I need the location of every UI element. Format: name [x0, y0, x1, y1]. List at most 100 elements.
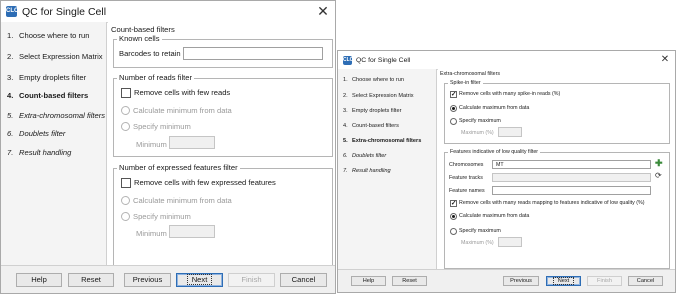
spike-in-group: Spike-in filter Remove cells with many s…: [444, 80, 670, 144]
help-button[interactable]: Help: [16, 273, 62, 287]
cancel-button[interactable]: Cancel: [628, 276, 663, 286]
step-label: Empty droplets filter: [352, 108, 402, 114]
maximum-label: Maximum (%): [461, 240, 494, 246]
step-number: 7.: [7, 148, 14, 157]
known-cells-group: Known cells Barcodes to retain: [113, 34, 333, 68]
step-content: Extra-chromosomal filters Spike-in filte…: [438, 69, 675, 272]
minimum-label: Minimum: [136, 229, 167, 238]
step-number: 5.: [343, 138, 348, 144]
cancel-button[interactable]: Cancel: [280, 273, 327, 287]
wizard-step-choose-where-to-run: 1. Choose where to run: [343, 77, 404, 83]
window-title: QC for Single Cell: [356, 56, 411, 64]
reads-filter-group: Number of reads filter Remove cells with…: [113, 73, 333, 157]
step-label: Result handling: [19, 148, 72, 157]
minimum-label: Minimum: [136, 140, 167, 149]
group-title: Features indicative of low quality filte…: [448, 149, 541, 155]
clc-app-icon: CLC: [6, 6, 18, 17]
remove-spike-in-checkbox[interactable]: [450, 90, 457, 98]
finish-button[interactable]: Finish: [228, 273, 275, 287]
remove-low-quality-checkbox[interactable]: [450, 199, 457, 207]
calculate-minimum-label: Calculate minimum from data: [133, 106, 232, 115]
group-title: Known cells: [117, 34, 162, 43]
step-label: Doublets filter: [352, 153, 387, 159]
step-number: 6.: [7, 129, 14, 138]
specify-minimum-radio[interactable]: [121, 122, 130, 131]
section-title: Extra-chromosomal filters: [440, 71, 501, 77]
maximum-label: Maximum (%): [461, 130, 494, 136]
step-label: Choose where to run: [352, 77, 404, 83]
reset-button[interactable]: Reset: [392, 276, 427, 286]
calculate-maximum-radio[interactable]: [450, 213, 457, 220]
wizard-step-extra-chromosomal-current: 5. Extra-chromosomal filters: [343, 138, 421, 144]
wizard-step-select-expression-matrix: 2. Select Expression Matrix: [7, 52, 103, 61]
calculate-minimum-label: Calculate minimum from data: [133, 196, 232, 205]
specify-maximum-label: Specify maximum: [459, 228, 501, 234]
wizard-steps: 1. Choose where to run 2. Select Expressio…: [338, 69, 437, 272]
barcodes-input[interactable]: [183, 47, 323, 60]
close-icon[interactable]: ✕: [659, 53, 671, 66]
step-number: 2.: [343, 93, 348, 99]
calculate-maximum-label: Calculate maximum from data: [459, 213, 530, 219]
low-quality-maximum-input[interactable]: [498, 237, 522, 247]
feature-names-input[interactable]: [492, 186, 651, 195]
close-icon[interactable]: ✕: [315, 3, 331, 19]
wizard-step-count-based: 4. Count-based filters: [343, 123, 399, 129]
step-number: 7.: [343, 168, 348, 174]
chromosomes-label: Chromosomes: [449, 162, 484, 168]
feature-tracks-label: Feature tracks: [449, 175, 483, 181]
step-label: Select Expression Matrix: [352, 93, 414, 99]
features-minimum-input[interactable]: [169, 225, 215, 238]
remove-few-reads-checkbox[interactable]: [121, 88, 131, 98]
next-button[interactable]: Next: [546, 276, 581, 286]
browse-icon[interactable]: ⟳: [655, 171, 662, 180]
title-bar[interactable]: CLC QC for Single Cell ✕: [1, 1, 335, 23]
step-label: Empty droplets filter: [19, 73, 87, 82]
step-label: Extra-chromosomal filters: [352, 138, 422, 144]
wizard-step-doublets: 6. Doublets filter: [7, 129, 65, 138]
step-number: 2.: [7, 52, 14, 61]
previous-button[interactable]: Previous: [503, 276, 539, 286]
step-label: Count-based filters: [19, 91, 89, 100]
specify-maximum-radio[interactable]: [450, 118, 457, 125]
wizard-step-count-based-current: 4. Count-based filters: [7, 91, 88, 100]
wizard-steps: 1. Choose where to run 2. Select Expressio…: [1, 22, 107, 268]
qc-dialog-extra-chromosomal: CLC QC for Single Cell ✕ 1. Choose where …: [337, 50, 676, 293]
clc-app-icon: CLC: [343, 55, 354, 65]
previous-button[interactable]: Previous: [124, 273, 171, 287]
step-number: 3.: [7, 73, 14, 82]
step-number: 6.: [343, 153, 348, 159]
reset-button[interactable]: Reset: [68, 273, 114, 287]
group-title: Spike-in filter: [448, 80, 483, 86]
calculate-minimum-radio[interactable]: [121, 106, 130, 115]
calculate-maximum-label: Calculate maximum from data: [459, 105, 530, 111]
remove-few-features-label: Remove cells with few expressed features: [134, 178, 276, 187]
feature-tracks-input[interactable]: [492, 173, 651, 182]
section-title: Count-based filters: [111, 25, 175, 34]
remove-low-quality-label: Remove cells with many reads mapping to …: [459, 200, 645, 206]
step-label: Count-based filters: [352, 123, 399, 129]
next-button[interactable]: Next: [176, 273, 223, 287]
step-number: 4.: [7, 91, 14, 100]
barcodes-label: Barcodes to retain: [119, 49, 181, 58]
wizard-step-extra-chromosomal: 5. Extra-chromosomal filters: [7, 111, 105, 120]
add-icon[interactable]: ✚: [655, 158, 663, 169]
specify-maximum-radio[interactable]: [450, 228, 457, 235]
wizard-step-select-expression-matrix: 2. Select Expression Matrix: [343, 93, 414, 99]
chromosomes-input[interactable]: MT: [492, 160, 651, 169]
step-label: Doublets filter: [19, 129, 66, 138]
reads-minimum-input[interactable]: [169, 136, 215, 149]
button-bar: Help Reset Previous Next Finish Cancel: [1, 265, 335, 293]
title-bar[interactable]: CLC QC for Single Cell ✕: [338, 51, 675, 70]
spike-in-maximum-input[interactable]: [498, 127, 522, 137]
specify-minimum-radio[interactable]: [121, 212, 130, 221]
help-button[interactable]: Help: [351, 276, 386, 286]
calculate-maximum-radio[interactable]: [450, 105, 457, 112]
remove-few-features-checkbox[interactable]: [121, 178, 131, 188]
step-content: Count-based filters Known cells Barcodes…: [108, 22, 335, 268]
finish-button[interactable]: Finish: [587, 276, 622, 286]
step-label: Result handling: [352, 168, 391, 174]
calculate-minimum-radio[interactable]: [121, 196, 130, 205]
button-bar: Help Reset Previous Next Finish Cancel: [338, 269, 675, 292]
specify-minimum-label: Specify minimum: [133, 212, 191, 221]
radio-selected-dot: [452, 215, 455, 218]
